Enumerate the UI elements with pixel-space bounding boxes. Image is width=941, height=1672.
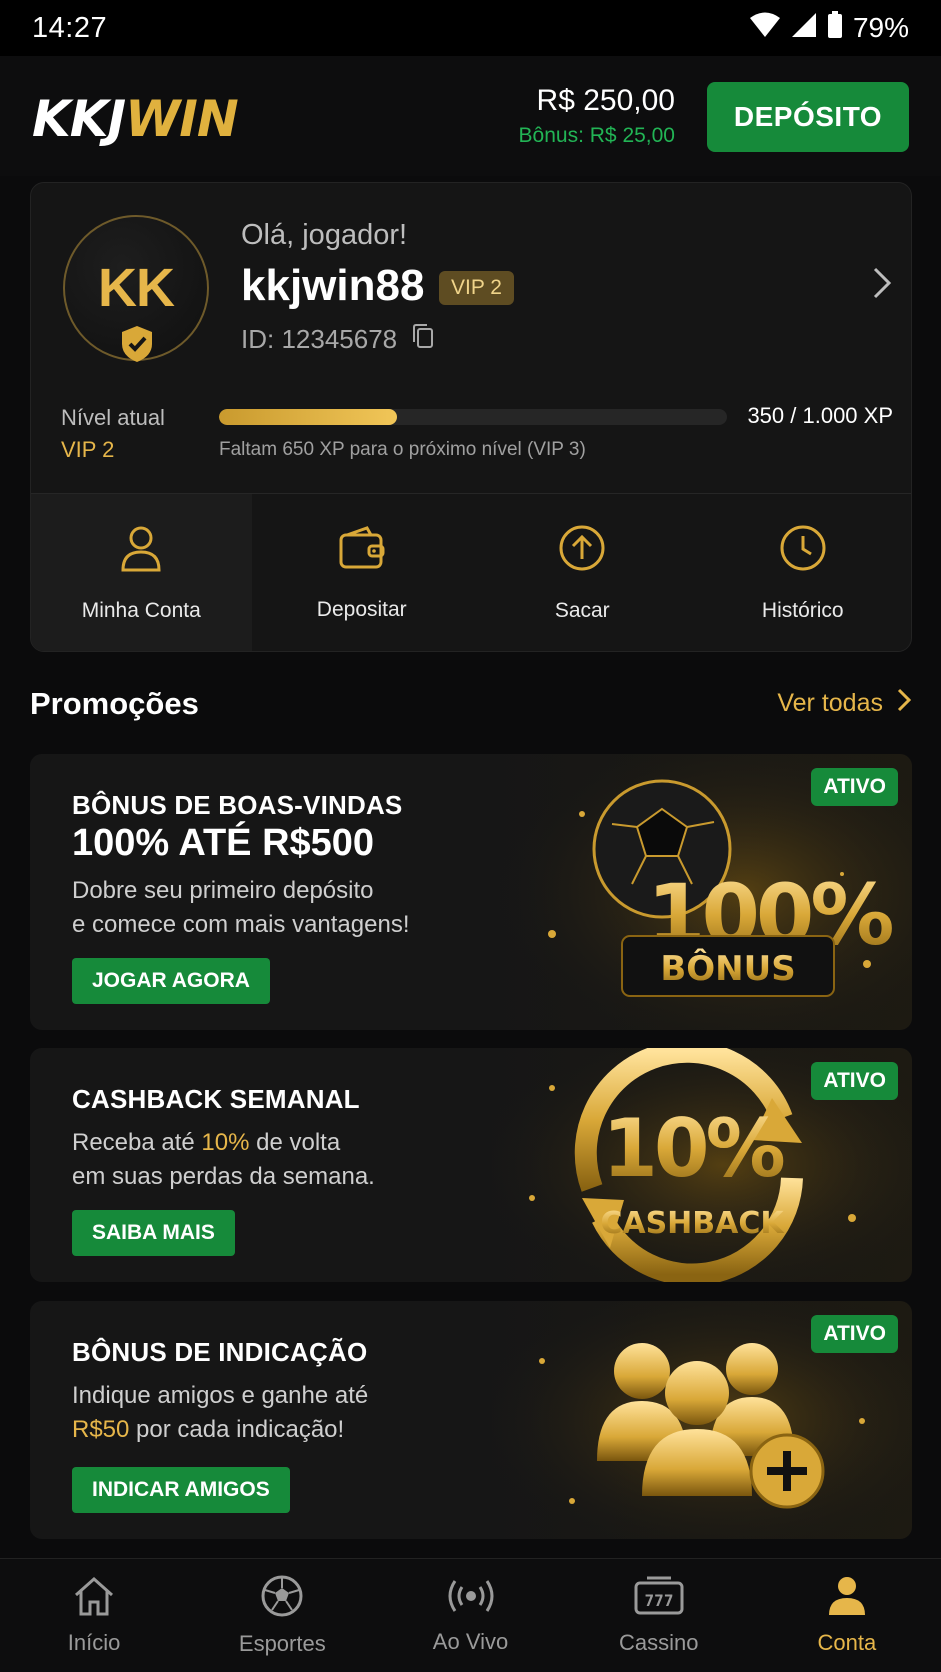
copy-icon[interactable] (411, 323, 435, 356)
art-big-text: 10% (602, 1102, 783, 1195)
status-badge: ATIVO (811, 1315, 898, 1353)
promo-title: BÔNUS DE INDICAÇÃO (72, 1337, 368, 1367)
xp-progress-fill (219, 409, 397, 425)
promo-card-referral[interactable]: ATIVO BÔNUS DE INDICAÇÃO Indique amigos … (30, 1301, 912, 1539)
promo-description: Receba até 10% de volta em suas perdas d… (72, 1126, 375, 1194)
status-badge: ATIVO (811, 768, 898, 806)
desc-line: R$50 por cada indicação! (72, 1416, 345, 1443)
promo-card-cashback[interactable]: 10% CASHBACK ATIVO CASHBACK SEMANAL Rece… (30, 1048, 912, 1282)
desc-line: em suas perdas da semana. (72, 1163, 375, 1190)
promo-description: Dobre seu primeiro depósito e comece com… (72, 874, 410, 942)
nav-item-home[interactable]: Início (0, 1559, 188, 1672)
username: kkjwin88 (241, 261, 425, 310)
avatar[interactable]: KK (63, 215, 209, 362)
user-id-row: ID: 12345678 (241, 323, 435, 356)
see-all-label: Ver todas (777, 689, 883, 717)
wallet-icon (339, 525, 385, 576)
promo-headline: 100% ATÉ R$500 (72, 822, 375, 864)
desc-line: Indique amigos e ganhe até (72, 1382, 369, 1409)
clock-icon (779, 524, 827, 577)
quick-action-label: Minha Conta (81, 599, 201, 622)
chevron-right-icon[interactable] (871, 265, 893, 306)
avatar-initials: KK (98, 258, 175, 318)
desc-line: Receba até 10% de volta (72, 1129, 341, 1156)
status-badge: ATIVO (811, 1062, 898, 1100)
app-header: KKJWIN R$ 250,00 Bônus: R$ 25,00 DEPÓSIT… (0, 56, 941, 176)
nav-label: Cassino (618, 1630, 699, 1655)
nav-item-casino[interactable]: 777 Cassino (565, 1559, 753, 1672)
promo-title: CASHBACK SEMANAL (72, 1084, 360, 1114)
chevron-right-icon (897, 688, 912, 719)
live-broadcast-icon (446, 1576, 496, 1621)
user-icon (119, 524, 163, 577)
svg-text:777: 777 (644, 1591, 673, 1610)
promotions-title: Promoções (30, 686, 199, 721)
nav-item-sports[interactable]: Esportes (188, 1559, 376, 1672)
balance-amount: R$ 250,00 (536, 84, 675, 117)
quick-action-label: Histórico (761, 599, 844, 622)
nav-label: Início (67, 1630, 121, 1655)
invite-friends-button[interactable]: INDICAR AMIGOS (72, 1467, 290, 1513)
level-value: VIP 2 (61, 437, 115, 462)
bottom-navigation: Início Esportes Ao Vivo 777 Cassino Cont… (0, 1558, 941, 1672)
logo-part-kkj: KKJ (32, 90, 126, 148)
art-small-text: BÔNUS (660, 948, 795, 989)
deposit-button[interactable]: DEPÓSITO (707, 82, 909, 152)
user-id: ID: 12345678 (241, 324, 398, 354)
greeting: Olá, jogador! (241, 219, 408, 251)
learn-more-button[interactable]: SAIBA MAIS (72, 1210, 235, 1256)
logo-part-win: WIN (125, 90, 239, 148)
quick-action-label: Depositar (316, 598, 407, 621)
kkjwin-logo[interactable]: KKJWIN (32, 90, 239, 148)
slot-machine-icon: 777 (633, 1575, 685, 1622)
promo-card-welcome-bonus[interactable]: 100% BÔNUS ATIVO BÔNUS DE BOAS-VINDAS 10… (30, 754, 912, 1030)
nav-item-account[interactable]: Conta (753, 1559, 941, 1672)
vip-badge: VIP 2 (439, 271, 514, 305)
art-small-text: CASHBACK (600, 1206, 785, 1241)
nav-label: Ao Vivo (432, 1629, 509, 1654)
soccer-ball-icon (260, 1574, 304, 1623)
quick-action-deposit[interactable]: Depositar (252, 494, 473, 651)
quick-action-my-account[interactable]: Minha Conta (31, 494, 252, 651)
quick-action-withdraw[interactable]: Sacar (472, 494, 693, 651)
verified-shield-icon (119, 324, 155, 369)
promo-title: BÔNUS DE BOAS-VINDAS (72, 790, 403, 820)
nav-label: Esportes (238, 1631, 326, 1656)
desc-line: Dobre seu primeiro depósito (72, 877, 374, 904)
bonus-balance: Bônus: R$ 25,00 (518, 124, 675, 147)
nav-label: Conta (817, 1630, 877, 1655)
profile-card[interactable]: KK Olá, jogador! kkjwin88 VIP 2 ID: 1234… (30, 182, 912, 652)
battery-icon (827, 10, 843, 46)
battery-percent: 79% (852, 12, 909, 43)
signal-icon (791, 12, 817, 45)
status-bar: 14:27 79% (0, 0, 941, 56)
quick-action-history[interactable]: Histórico (693, 494, 912, 651)
xp-progress-bar (219, 409, 727, 425)
quick-actions: Minha Conta Depositar Sacar Histórico (31, 493, 912, 651)
status-time: 14:27 (32, 11, 108, 44)
see-all-link[interactable]: Ver todas (777, 688, 912, 719)
level-label: Nível atual (61, 405, 165, 430)
desc-line: e comece com mais vantagens! (72, 911, 410, 938)
account-icon (827, 1575, 867, 1622)
withdraw-arrow-icon (558, 524, 606, 577)
promo-description: Indique amigos e ganhe até R$50 por cada… (72, 1379, 368, 1447)
xp-hint: Faltam 650 XP para o próximo nível (VIP … (219, 439, 586, 460)
play-now-button[interactable]: JOGAR AGORA (72, 958, 270, 1004)
home-icon (72, 1575, 116, 1622)
wifi-icon (749, 12, 781, 45)
balance-display: R$ 250,00 Bônus: R$ 25,00 (519, 84, 675, 148)
xp-text: 350 / 1.000 XP (747, 403, 893, 428)
quick-action-label: Sacar (554, 599, 610, 622)
nav-item-live[interactable]: Ao Vivo (376, 1559, 564, 1672)
